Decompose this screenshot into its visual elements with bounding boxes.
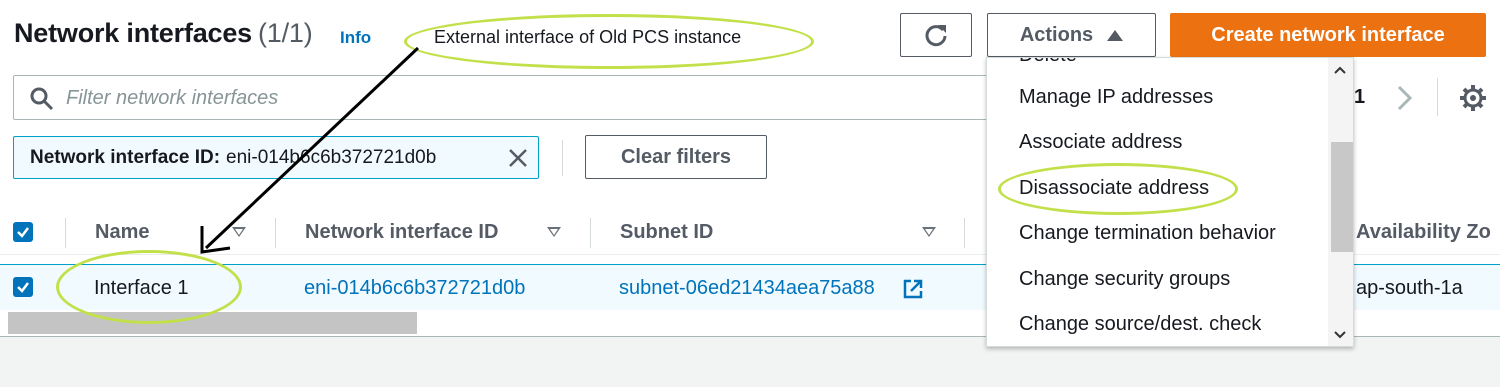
column-header-name[interactable]: Name xyxy=(95,221,149,244)
callout-text: External interface of Old PCS instance xyxy=(434,27,742,47)
row-checkbox[interactable] xyxy=(13,277,33,297)
menu-item-change-security-groups[interactable]: Change security groups xyxy=(1019,268,1230,291)
actions-label: Actions xyxy=(1019,23,1094,46)
search-input[interactable]: Filter network interfaces xyxy=(13,75,1013,120)
menu-item-change-source-dest-check[interactable]: Change source/dest. check xyxy=(1019,313,1261,336)
menu-item-delete[interactable]: Delete xyxy=(1019,58,1077,67)
menu-item-manage-ip-addresses[interactable]: Manage IP addresses xyxy=(1019,86,1213,109)
column-header-availability-zone[interactable]: Availability Zo xyxy=(1356,221,1491,244)
create-network-interface-button[interactable]: Create network interface xyxy=(1170,13,1486,57)
chevron-down-icon[interactable] xyxy=(1333,330,1347,340)
refresh-button[interactable] xyxy=(900,13,972,57)
row-subnet-id-link[interactable]: subnet-06ed21434aea75a88 xyxy=(619,277,875,300)
row-interface-id-link[interactable]: eni-014b6c6b372721d0b xyxy=(304,277,525,300)
sort-icon[interactable] xyxy=(922,227,936,237)
close-icon[interactable] xyxy=(508,148,528,168)
search-icon xyxy=(30,87,54,111)
column-divider xyxy=(65,218,66,248)
menu-item-associate-address[interactable]: Associate address xyxy=(1019,131,1182,154)
column-divider xyxy=(590,218,591,248)
refresh-icon xyxy=(925,25,947,47)
external-link-icon[interactable] xyxy=(902,278,924,300)
chevron-right-icon[interactable] xyxy=(1395,84,1415,112)
page-number[interactable]: 1 xyxy=(1354,86,1365,109)
annotation-arrow-icon xyxy=(200,46,420,254)
chevron-up-icon[interactable] xyxy=(1333,65,1347,75)
column-header-subnet-id[interactable]: Subnet ID xyxy=(620,221,713,244)
clear-filters-button[interactable]: Clear filters xyxy=(585,135,767,179)
actions-button[interactable]: Actions xyxy=(987,13,1156,57)
disassociate-callout-oval xyxy=(998,163,1238,215)
select-all-checkbox[interactable] xyxy=(13,222,33,242)
row-availability-zone: ap-south-1a xyxy=(1356,277,1463,299)
column-divider xyxy=(964,218,965,248)
menu-scrollbar-thumb[interactable] xyxy=(1331,142,1353,252)
checkmark-icon xyxy=(17,227,29,238)
divider xyxy=(562,140,563,176)
menu-item-change-termination-behavior[interactable]: Change termination behavior xyxy=(1019,222,1276,245)
caret-up-icon xyxy=(1107,29,1124,41)
gear-icon[interactable] xyxy=(1458,83,1488,113)
divider xyxy=(1437,78,1438,116)
checkmark-icon xyxy=(17,282,29,293)
name-callout-oval xyxy=(56,250,242,324)
scrollbar-thumb[interactable] xyxy=(8,312,417,334)
sort-icon[interactable] xyxy=(547,227,561,237)
